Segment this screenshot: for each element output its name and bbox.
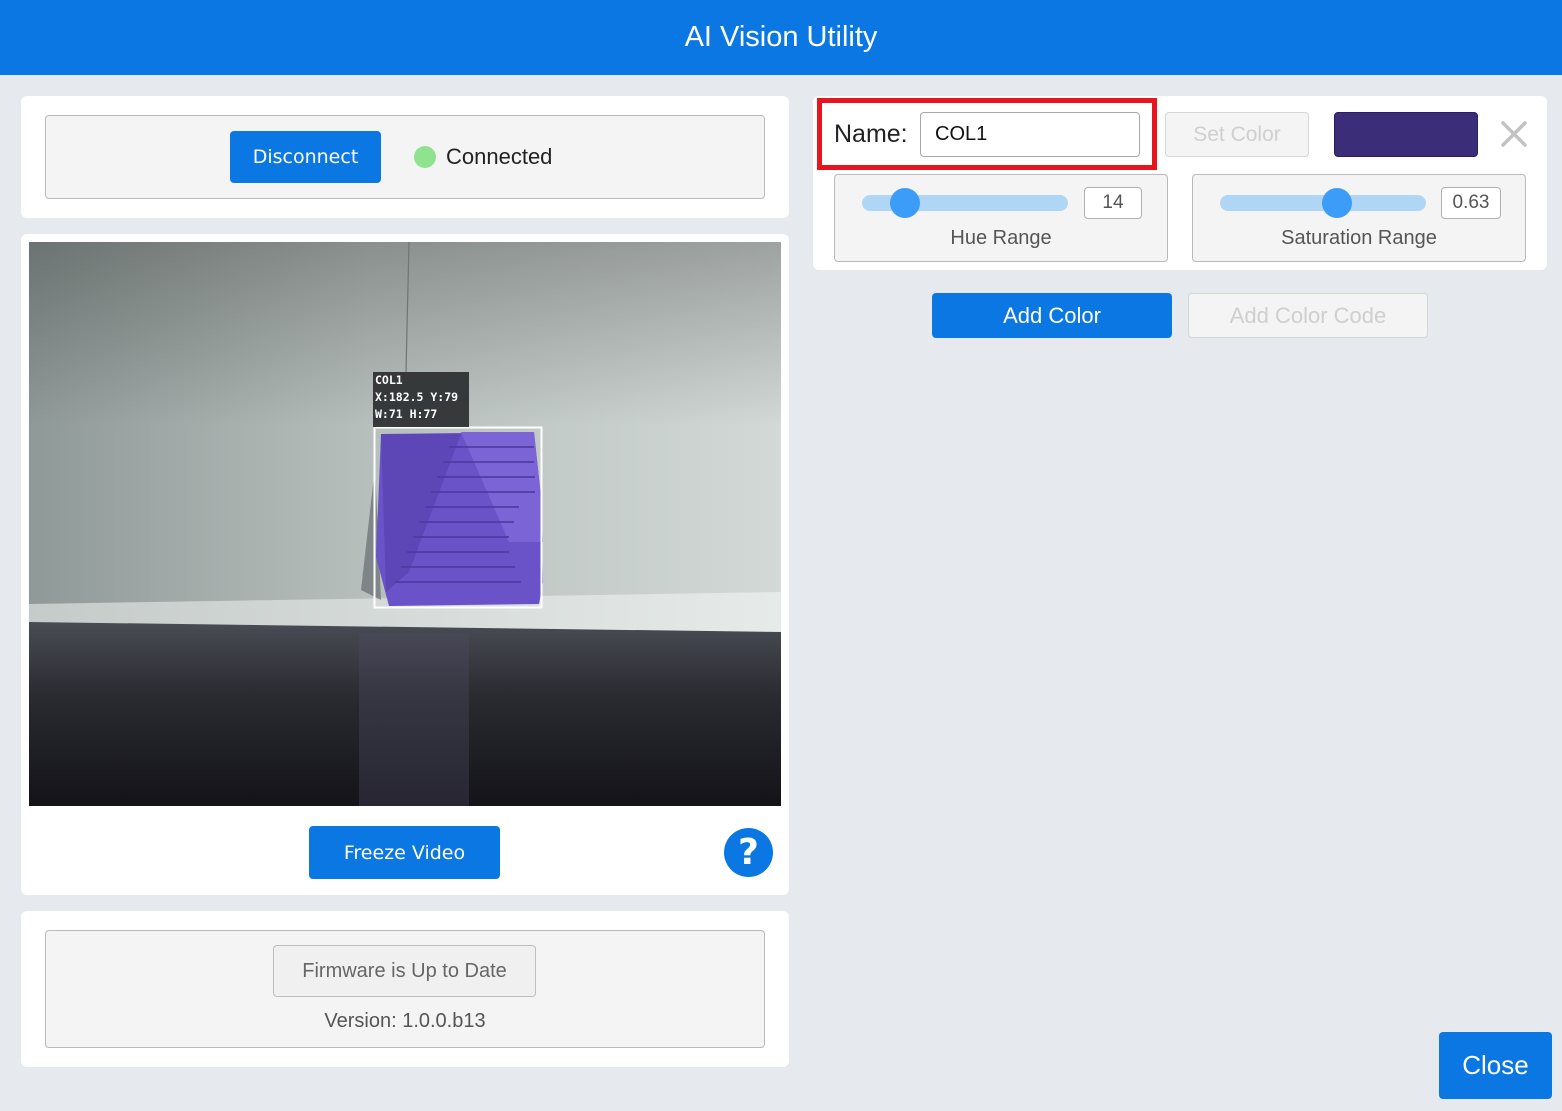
set-color-button[interactable]: Set Color — [1165, 112, 1309, 157]
window-title: AI Vision Utility — [684, 21, 878, 53]
detection-label-name: COL1 — [375, 373, 403, 387]
freeze-video-button[interactable]: Freeze Video — [309, 826, 500, 879]
add-color-button[interactable]: Add Color — [932, 293, 1172, 338]
saturation-range-label: Saturation Range — [1281, 227, 1437, 249]
window-title-bar: AI Vision Utility — [0, 0, 1562, 75]
close-x-icon[interactable] — [1500, 118, 1528, 150]
color-name-input[interactable]: COL1 — [920, 112, 1140, 157]
close-button[interactable]: Close — [1439, 1032, 1552, 1099]
firmware-status-button[interactable]: Firmware is Up to Date — [273, 945, 536, 997]
firmware-version: Version: 1.0.0.b13 — [324, 1010, 486, 1032]
color-swatch[interactable] — [1334, 112, 1478, 157]
name-label: Name: — [834, 120, 908, 148]
detection-label-position: X:182.5 Y:79 — [375, 390, 458, 404]
add-color-code-button[interactable]: Add Color Code — [1188, 293, 1428, 338]
camera-frame: COL1 X:182.5 Y:79 W:71 H:77 — [29, 242, 781, 806]
detection-label-size: W:71 H:77 — [375, 407, 437, 421]
connection-status-text: Connected — [446, 144, 553, 169]
disconnect-button[interactable]: Disconnect — [230, 131, 381, 183]
hue-range-label: Hue Range — [950, 227, 1052, 249]
help-icon[interactable]: ? — [724, 828, 773, 877]
camera-video-feed: COL1 X:182.5 Y:79 W:71 H:77 — [29, 242, 781, 806]
connection-status-icon — [414, 146, 436, 168]
connection-panel — [45, 115, 765, 199]
saturation-range-value[interactable]: 0.63 — [1441, 187, 1501, 219]
hue-range-value[interactable]: 14 — [1084, 187, 1142, 219]
